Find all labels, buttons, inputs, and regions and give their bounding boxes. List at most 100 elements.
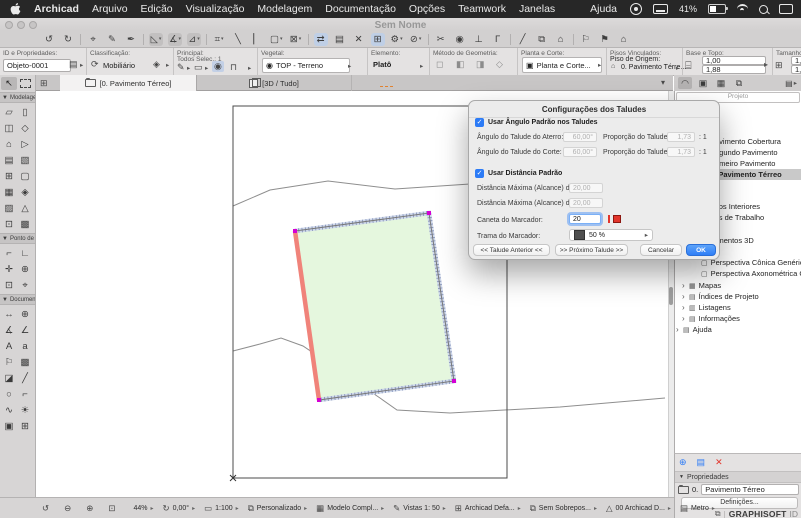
marquee-tool[interactable] [18, 77, 33, 90]
documentation-tool-icon[interactable]: ╱ [17, 370, 33, 386]
previous-slope-button[interactable]: << Talude Anterior << [473, 244, 550, 256]
corner-icon[interactable]: Γ [491, 33, 505, 46]
toolbox-section-viewpoint[interactable]: ▼Ponto de Vis [0, 233, 35, 244]
id-chevron-icon[interactable]: ▸ [80, 61, 83, 69]
documentation-tool-icon[interactable]: A [1, 338, 17, 354]
modeling-tool-icon[interactable]: ▯ [17, 104, 33, 120]
wifi-icon[interactable] [737, 4, 749, 14]
model-view-options[interactable]: ▦ Modelo Compl... ▸ [316, 503, 384, 514]
menu-visualizacao[interactable]: Visualização [186, 3, 245, 15]
documentation-tool-icon[interactable]: ↔ [1, 306, 17, 322]
syringe-icon[interactable]: ✒ [124, 33, 138, 46]
tree-item[interactable]: › ▥ Listagens [674, 302, 801, 313]
classification-value[interactable]: Mobiliário [103, 61, 135, 70]
view-map-icon[interactable]: ▣ [696, 77, 710, 89]
zoom-out-icon[interactable]: ⊖ [64, 503, 77, 514]
fill-distance-field[interactable]: 20,00 [569, 183, 603, 193]
pen-option-chevron-icon[interactable]: ▸ [187, 64, 190, 72]
properties-header[interactable]: ▼ Propriedades [675, 471, 801, 483]
zoom-fit-icon[interactable]: ⊡ [108, 503, 121, 514]
screen-record-icon[interactable] [630, 3, 643, 15]
documentation-tool-icon[interactable]: ○ [1, 386, 17, 402]
deselect-icon[interactable]: ✕ [352, 33, 366, 46]
expander-icon[interactable]: › [682, 303, 686, 312]
snap-profile-icon[interactable]: ⊿ [187, 32, 202, 46]
floorplan-field[interactable]: ▣ Planta e Corte... [522, 57, 602, 73]
cut-ratio-field[interactable]: 1,73 [667, 147, 695, 157]
pickup-parameters-icon[interactable]: ⌖ [86, 33, 100, 46]
gear-icon[interactable]: ⚙ [390, 33, 404, 46]
contour-line-upper[interactable] [232, 180, 471, 207]
menu-edicao[interactable]: Edição [141, 3, 173, 15]
modeling-tool-icon[interactable]: ▦ [1, 184, 17, 200]
modeling-tool-icon[interactable]: ▩ [17, 216, 33, 232]
tree-item[interactable]: › ▤ Índices de Projeto [674, 291, 801, 302]
zoom-back-icon[interactable]: ↺ [42, 503, 55, 514]
documentation-tool-icon[interactable]: ▣ [1, 418, 17, 434]
geometry-method-3-icon[interactable]: ◨ [476, 59, 485, 70]
geometry-method-4-icon[interactable]: ◇ [496, 59, 503, 70]
geometry-method-1-icon[interactable]: ◻ [436, 59, 443, 70]
top-offset-input[interactable]: 1,00 [702, 56, 766, 65]
menu-ajuda[interactable]: Ajuda [590, 3, 617, 15]
expander-icon[interactable]: › [682, 281, 686, 290]
layer-chevron-icon[interactable]: ▸ [348, 62, 351, 70]
classification-chevron-icon[interactable]: ▸ [166, 61, 169, 69]
object-icon[interactable]: ⊓ [230, 62, 237, 73]
pen-color-swatch[interactable] [613, 215, 621, 223]
layout-book-icon[interactable]: ▦ [714, 77, 728, 89]
add-viewpoint-icon[interactable]: ⊕ [679, 457, 687, 468]
principal-chevron-icon[interactable]: ▸ [248, 64, 251, 72]
lock-icon[interactable]: ⊠ [289, 33, 303, 46]
figure-icon[interactable]: ⧉ [535, 33, 549, 46]
next-slope-button[interactable]: >> Próximo Talude >> [555, 244, 628, 256]
dimension-units-icon[interactable]: ▤ [333, 33, 347, 46]
layer-combination[interactable]: ⧉ Personalizado ▸ [248, 503, 307, 514]
layer-field[interactable]: ◉ TOP - Terreno [262, 58, 350, 73]
publisher-icon[interactable]: ⧉ [732, 77, 746, 89]
geometry-method-2-icon[interactable]: ◧ [456, 59, 465, 70]
use-default-distance-checkbox[interactable]: ✓ [475, 169, 484, 178]
viewpoint-tool-icon[interactable]: ⊡ [1, 277, 17, 293]
renovation-filter[interactable]: △ 00 Archicad D... ▸ [606, 503, 671, 514]
documentation-tool-icon[interactable]: ☀ [17, 402, 33, 418]
tree-item[interactable]: › ▦ Mapas [674, 280, 801, 291]
menu-documentacao[interactable]: Documentação [325, 3, 396, 15]
split-icon[interactable]: ⊥ [472, 33, 486, 46]
menu-arquivo[interactable]: Arquivo [92, 3, 128, 15]
plateau-mesh[interactable] [292, 210, 457, 403]
tab-overview-icon[interactable]: ⊞ [40, 78, 48, 89]
edit-viewpoint-icon[interactable]: ▤ [697, 457, 706, 468]
element-id-input[interactable]: Objeto-0001 [3, 59, 71, 72]
documentation-tool-icon[interactable]: ⊕ [17, 306, 33, 322]
story-name-input[interactable]: Pavimento Térreo [701, 484, 799, 495]
modeling-tool-icon[interactable]: ▱ [1, 104, 17, 120]
orientation[interactable]: ↻ 0,00° ▸ [163, 503, 196, 514]
toolbox-section-modelagem[interactable]: ▼Modelagem [0, 92, 35, 103]
cancel-button[interactable]: Cancelar [640, 244, 682, 256]
classification-globe-icon[interactable]: ◈ [153, 59, 160, 70]
marker-pen-input[interactable]: 20 [569, 214, 601, 224]
tree-item[interactable]: › ▤ Informações [674, 313, 801, 324]
home-view-icon[interactable]: ⌂ [617, 33, 631, 46]
fill-angle-field[interactable]: 60,00° [563, 132, 597, 142]
documentation-tool-icon[interactable]: ▩ [17, 354, 33, 370]
delete-viewpoint-icon[interactable]: ✕ [715, 457, 723, 468]
tab-options-icon[interactable]: ▾ [661, 78, 665, 87]
element-chevron-icon[interactable]: ▸ [420, 62, 423, 70]
spotlight-icon[interactable] [759, 4, 769, 14]
viewpoint-tool-icon[interactable]: ⌖ [17, 277, 33, 293]
use-default-angle-checkbox[interactable]: ✓ [475, 118, 484, 127]
dimension-style[interactable]: ⊞ Archicad Defa... ▸ [455, 503, 521, 514]
pen-option-icon[interactable]: ✎ [177, 62, 185, 73]
snap-angle-icon[interactable]: ∡ [168, 32, 183, 46]
documentation-tool-icon[interactable]: ⊞ [17, 418, 33, 434]
documentation-tool-icon[interactable]: ∡ [1, 322, 17, 338]
guide-lines-icon[interactable]: ╲ [231, 33, 245, 46]
modeling-tool-icon[interactable]: ▢ [17, 168, 33, 184]
modeling-tool-icon[interactable]: ◈ [17, 184, 33, 200]
stories-chevron-icon[interactable]: ▸ [676, 64, 679, 72]
expander-icon[interactable]: › [682, 292, 686, 301]
snap-grid-icon[interactable]: ⊞ [370, 32, 385, 46]
layer-option-icon[interactable]: ▭ [194, 62, 203, 73]
